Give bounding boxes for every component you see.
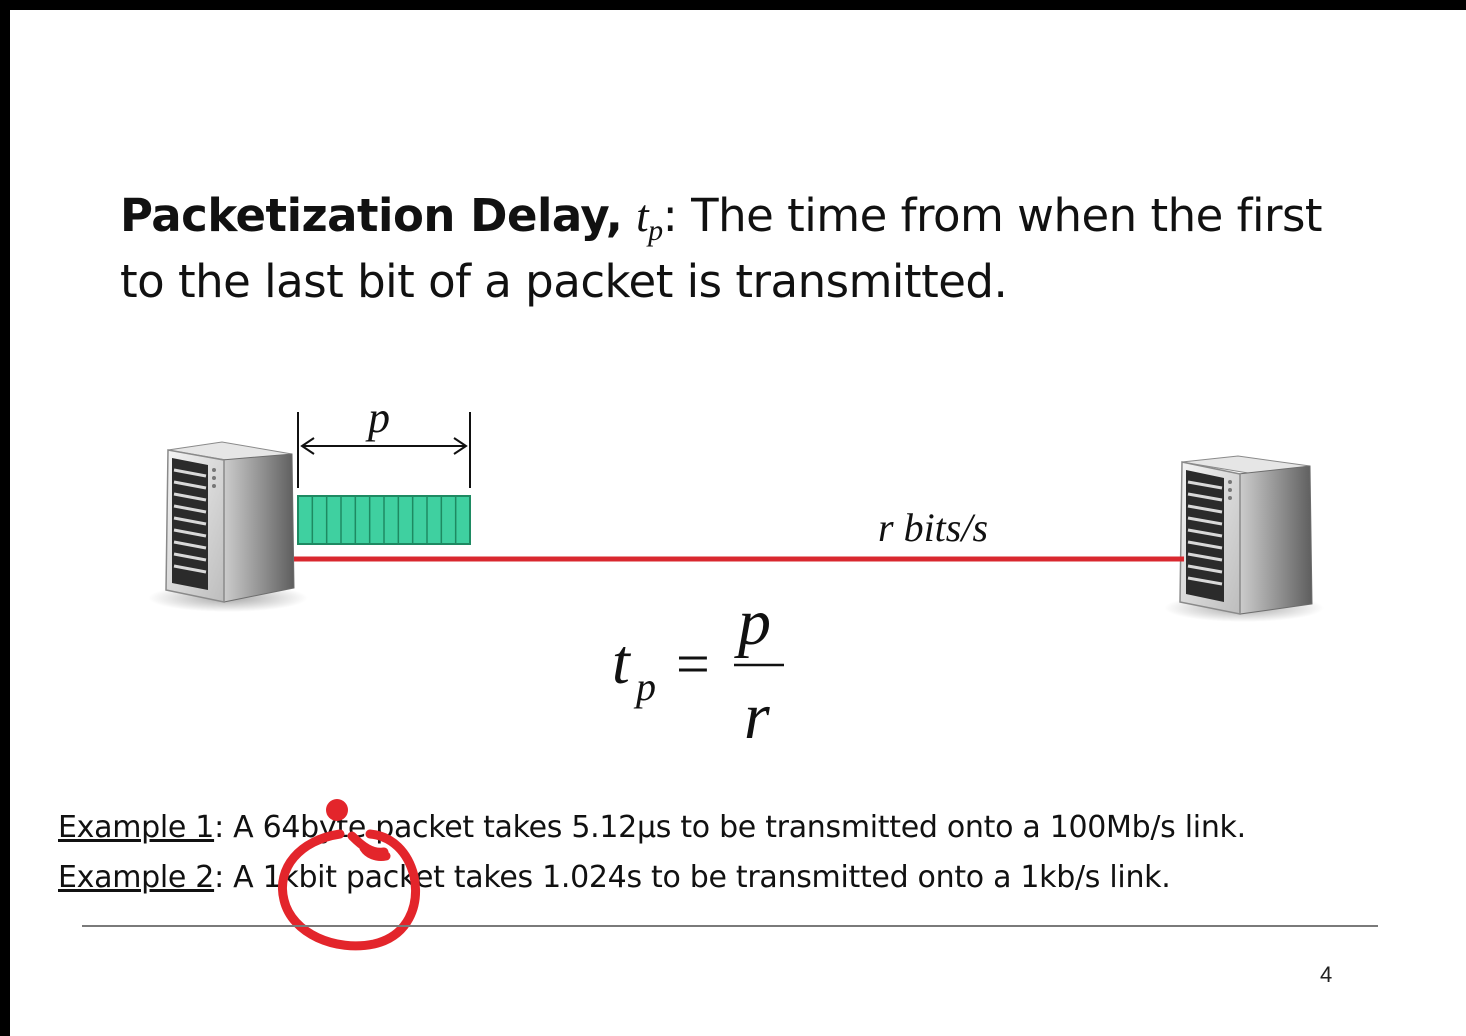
footer-divider: [82, 925, 1378, 927]
page-number: 4: [1320, 962, 1333, 987]
annotation-circle-icon: [278, 829, 420, 951]
annotation-dot: [326, 799, 348, 821]
annotation-overlay: [278, 799, 420, 951]
